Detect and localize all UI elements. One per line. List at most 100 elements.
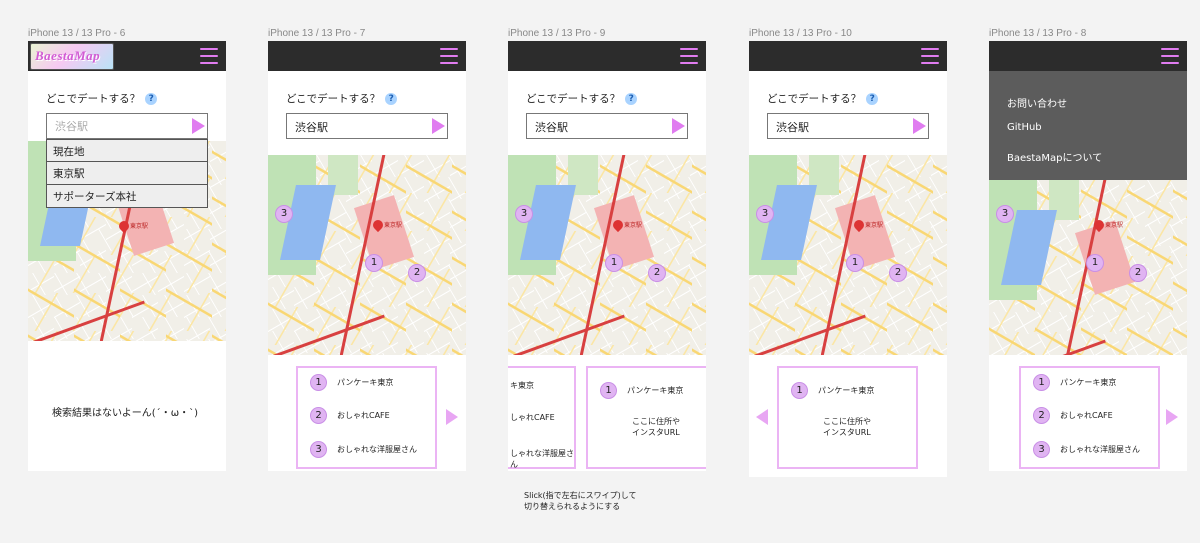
result-number: 1 — [1033, 374, 1050, 391]
search-submit-icon[interactable] — [913, 118, 926, 134]
prev-arrow-icon[interactable] — [756, 409, 768, 425]
map-station-label: 東京駅 — [865, 222, 884, 229]
no-result-message: 検索結果はないよーん(´・ω・`) — [52, 408, 198, 419]
map-station-label: 東京駅 — [1105, 222, 1124, 229]
hamburger-menu-icon[interactable] — [921, 48, 939, 64]
search-input[interactable] — [55, 120, 180, 133]
result-name: しゃれCAFE — [510, 413, 555, 422]
suggestion-list: 現在地 東京駅 サポーターズ本社 — [46, 139, 208, 208]
app-logo[interactable]: BaestaMap — [30, 43, 114, 70]
search-box — [286, 113, 448, 139]
detail-line-2: インスタURL — [632, 428, 680, 437]
detail-card[interactable]: 1 パンケーキ東京 ここに住所や インスタURL — [777, 366, 918, 469]
search-question: どこでデートする？? — [286, 91, 398, 106]
result-card[interactable]: 1 パンケーキ東京 2 おしゃれCAFE 3 おしゃれな洋服屋さん — [296, 366, 437, 469]
map-marker-3[interactable]: 3 — [756, 205, 774, 223]
frame-label-7: iPhone 13 / 13 Pro - 7 — [268, 28, 366, 39]
app-header — [989, 41, 1187, 71]
next-arrow-icon[interactable] — [1166, 409, 1178, 425]
question-text: どこでデートする？ — [46, 93, 141, 105]
map-marker-2[interactable]: 2 — [889, 264, 907, 282]
detail-info: ここに住所や インスタURL — [823, 416, 871, 438]
result-name: パンケーキ東京 — [1060, 378, 1117, 387]
map-marker-2[interactable]: 2 — [1129, 264, 1147, 282]
search-question: どこでデートする？? — [46, 91, 158, 106]
map-view[interactable]: 東京駅 3 1 2 — [268, 155, 466, 355]
search-input[interactable] — [535, 120, 660, 133]
map-marker-1[interactable]: 1 — [846, 254, 864, 272]
menu-item-contact[interactable]: お問い合わせ — [1007, 95, 1067, 110]
result-number: 1 — [600, 382, 617, 399]
result-item: 3 おしゃれな洋服屋さん — [310, 441, 417, 458]
result-name: おしゃれな洋服屋さん — [1060, 445, 1140, 454]
result-item: 1 パンケーキ東京 — [1033, 374, 1116, 391]
menu-item-about[interactable]: BaestaMapについて — [1007, 149, 1102, 164]
map-marker-1[interactable]: 1 — [365, 254, 383, 272]
frame-6: BaestaMap どこでデートする？? 東京駅 現在地 東京駅 サポーターズ本… — [28, 41, 226, 471]
search-question: どこでデートする？? — [767, 91, 879, 106]
map-marker-3[interactable]: 3 — [996, 205, 1014, 223]
logo-text: BaestaMap — [35, 48, 101, 63]
frame-9: どこでデートする？? 東京駅 3 1 2 キ東京 しゃれCAFE しゃれな洋服屋… — [508, 41, 706, 471]
frame-label-10: iPhone 13 / 13 Pro - 10 — [749, 28, 852, 39]
annotation-note: Slick(指で左右にスワイプ)して 切り替えられるようにする — [524, 490, 637, 512]
result-card[interactable]: 1 パンケーキ東京 2 おしゃれCAFE 3 おしゃれな洋服屋さん — [1019, 366, 1160, 469]
result-name: おしゃれCAFE — [337, 411, 390, 420]
help-icon[interactable]: ? — [625, 93, 638, 105]
detail-line-2: インスタURL — [823, 428, 871, 437]
map-marker-3[interactable]: 3 — [515, 205, 533, 223]
search-input[interactable] — [776, 120, 901, 133]
map-station-label: 東京駅 — [130, 223, 149, 230]
result-number: 2 — [1033, 407, 1050, 424]
detail-card[interactable]: 1 パンケーキ東京 ここに住所や インスタURL — [586, 366, 706, 469]
question-text: どこでデートする？ — [767, 93, 862, 105]
suggestion-item[interactable]: 現在地 — [46, 139, 208, 162]
map-marker-1[interactable]: 1 — [605, 254, 623, 272]
question-text: どこでデートする？ — [286, 93, 381, 105]
map-view[interactable]: 東京駅 3 1 2 — [989, 180, 1187, 355]
search-submit-icon[interactable] — [192, 118, 205, 134]
frame-label-9: iPhone 13 / 13 Pro - 9 — [508, 28, 606, 39]
result-card-partial[interactable]: キ東京 しゃれCAFE しゃれな洋服屋さん — [508, 366, 576, 469]
result-name: おしゃれな洋服屋さん — [337, 445, 417, 454]
result-item: 1 パンケーキ東京 — [310, 374, 393, 391]
hamburger-menu-icon[interactable] — [1161, 48, 1179, 64]
frame-label-6: iPhone 13 / 13 Pro - 6 — [28, 28, 126, 39]
result-item: 3 おしゃれな洋服屋さん — [1033, 441, 1140, 458]
note-line-2: 切り替えられるようにする — [524, 502, 621, 511]
search-box — [767, 113, 929, 139]
suggestion-item[interactable]: サポーターズ本社 — [46, 185, 208, 208]
help-icon[interactable]: ? — [385, 93, 398, 105]
hamburger-menu-icon[interactable] — [440, 48, 458, 64]
detail-item: 1 パンケーキ東京 — [791, 382, 874, 399]
map-marker-2[interactable]: 2 — [648, 264, 666, 282]
help-icon[interactable]: ? — [145, 93, 158, 105]
search-submit-icon[interactable] — [672, 118, 685, 134]
result-number: 1 — [791, 382, 808, 399]
suggestion-item[interactable]: 東京駅 — [46, 162, 208, 185]
map-marker-1[interactable]: 1 — [1086, 254, 1104, 272]
frame-8: 東京駅 3 1 2 お問い合わせ GitHub BaestaMapについて 1 パ… — [989, 41, 1187, 471]
map-marker-3[interactable]: 3 — [275, 205, 293, 223]
frame-10: どこでデートする？? 東京駅 3 1 2 1 パンケーキ東京 ここに住所やインスタ… — [749, 41, 947, 477]
map-view[interactable]: 東京駅 3 1 2 — [508, 155, 706, 355]
next-arrow-icon[interactable] — [446, 409, 458, 425]
map-marker-2[interactable]: 2 — [408, 264, 426, 282]
question-text: どこでデートする？ — [526, 93, 621, 105]
map-view[interactable]: 東京駅 3 1 2 — [749, 155, 947, 355]
nav-menu-panel: お問い合わせ GitHub BaestaMapについて — [989, 71, 1187, 180]
result-name: パンケーキ東京 — [818, 386, 875, 395]
frame-label-8: iPhone 13 / 13 Pro - 8 — [989, 28, 1087, 39]
frame-7: どこでデートする？? 東京駅 3 1 2 1 パンケーキ東京 2 おしゃれCAFE … — [268, 41, 466, 471]
menu-item-github[interactable]: GitHub — [1007, 122, 1042, 133]
hamburger-menu-icon[interactable] — [680, 48, 698, 64]
result-name: キ東京 — [510, 381, 534, 390]
result-number: 1 — [310, 374, 327, 391]
search-submit-icon[interactable] — [432, 118, 445, 134]
hamburger-menu-icon[interactable] — [200, 48, 218, 64]
help-icon[interactable]: ? — [866, 93, 879, 105]
app-header — [508, 41, 706, 71]
app-header — [749, 41, 947, 71]
search-input[interactable] — [295, 120, 420, 133]
search-box — [46, 113, 208, 139]
